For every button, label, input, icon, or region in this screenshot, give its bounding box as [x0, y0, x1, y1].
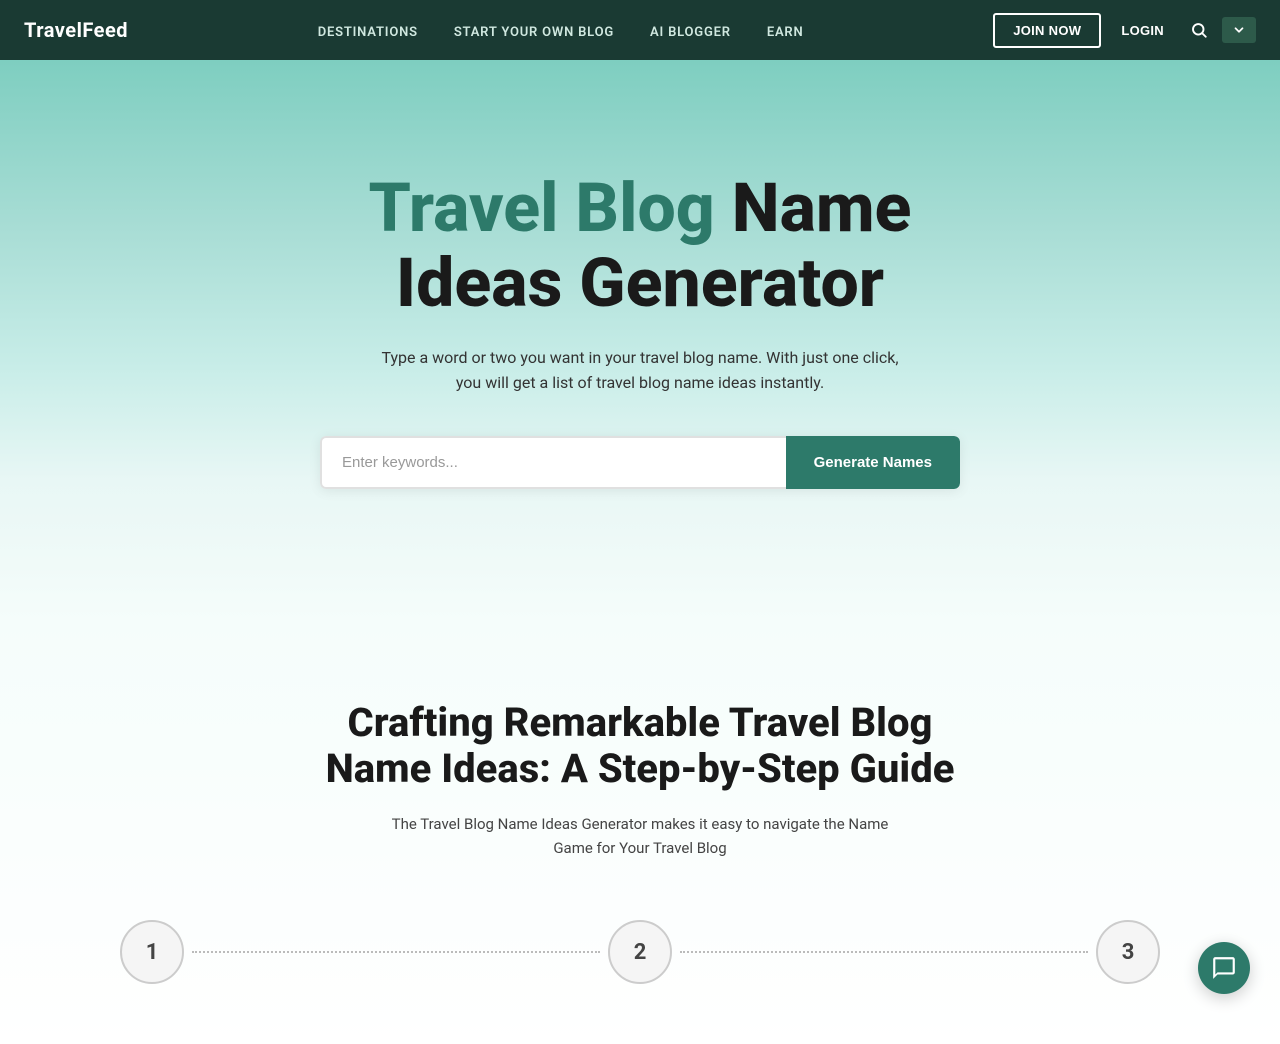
hero-subtitle: Type a word or two you want in your trav…	[380, 345, 900, 396]
site-logo[interactable]: TravelFeed	[24, 18, 128, 42]
join-now-button[interactable]: JOIN NOW	[993, 13, 1101, 48]
navbar: TravelFeed DESTINATIONS START YOUR OWN B…	[0, 0, 1280, 60]
guide-section: Crafting Remarkable Travel Blog Name Ide…	[0, 620, 1280, 1044]
chat-bubble-button[interactable]	[1198, 942, 1250, 994]
hero-title-accent: Travel Blog	[369, 168, 715, 248]
step-3-circle: 3	[1096, 920, 1160, 984]
nav-destinations[interactable]: DESTINATIONS	[318, 25, 418, 40]
chat-icon	[1211, 955, 1237, 981]
search-icon-button[interactable]	[1184, 15, 1214, 45]
keywords-input[interactable]	[320, 436, 786, 489]
nav-links: DESTINATIONS START YOUR OWN BLOG AI BLOG…	[318, 21, 804, 40]
step-2-circle: 2	[608, 920, 672, 984]
step-dots-1	[192, 951, 600, 953]
keyword-search-bar: Generate Names	[320, 436, 960, 489]
nav-earn[interactable]: EARN	[767, 25, 804, 40]
navbar-actions: JOIN NOW LOGIN	[993, 13, 1256, 48]
nav-start-blog[interactable]: START YOUR OWN BLOG	[454, 25, 614, 40]
step-1-circle: 1	[120, 920, 184, 984]
guide-subtitle: The Travel Blog Name Ideas Generator mak…	[390, 812, 890, 860]
nav-ai-blogger[interactable]: AI BLOGGER	[650, 25, 731, 40]
guide-title: Crafting Remarkable Travel Blog Name Ide…	[290, 700, 990, 792]
search-icon	[1190, 21, 1208, 39]
dropdown-button[interactable]	[1222, 17, 1256, 43]
steps-row: 1 2 3	[20, 920, 1260, 984]
hero-section: Travel Blog Name Ideas Generator Type a …	[0, 60, 1280, 620]
login-button[interactable]: LOGIN	[1109, 15, 1176, 46]
chevron-down-icon	[1232, 23, 1246, 37]
hero-title: Travel Blog Name Ideas Generator	[290, 171, 990, 321]
generate-names-button[interactable]: Generate Names	[786, 436, 960, 489]
step-dots-2	[680, 951, 1088, 953]
